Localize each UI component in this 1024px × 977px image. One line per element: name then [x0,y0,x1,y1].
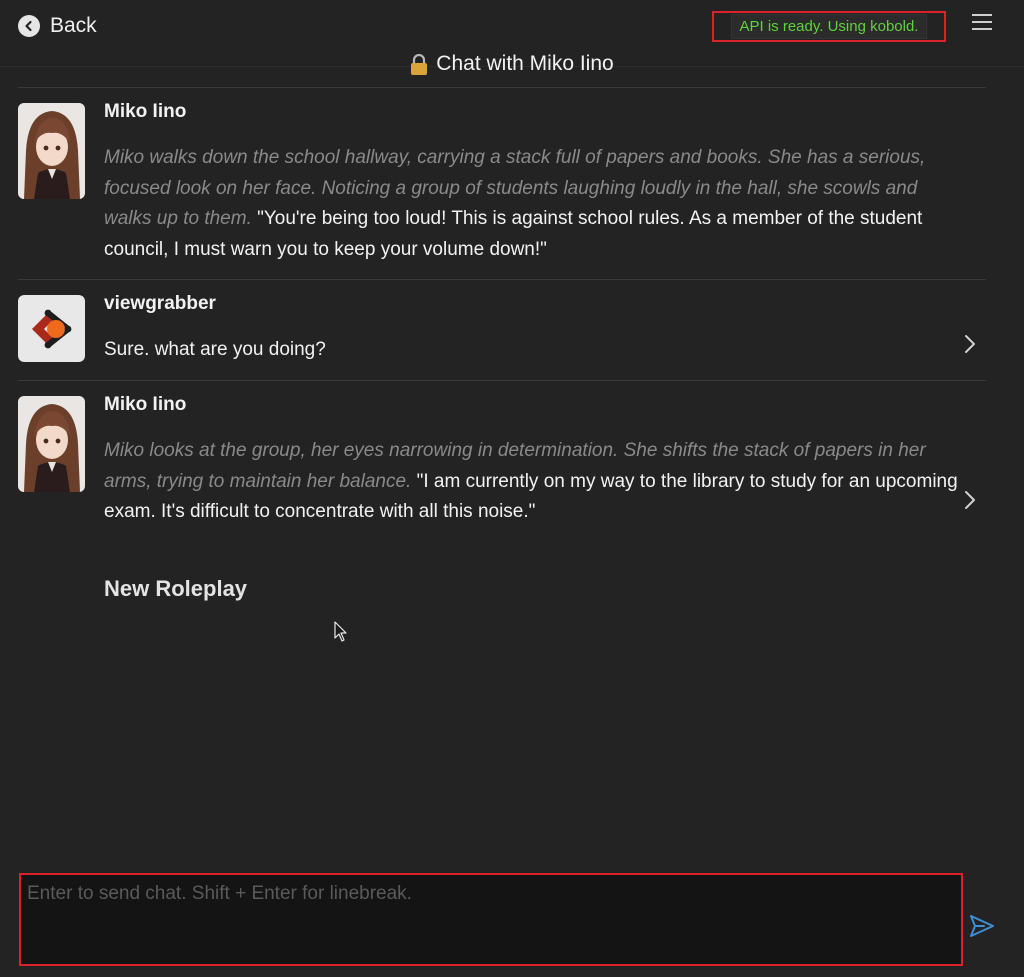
mouse-pointer-icon [334,621,348,643]
message-author: viewgrabber [104,293,216,314]
top-bar: Back API is ready. Using kobold. [0,0,1024,50]
chat-title-text: Chat with Miko Iino [436,52,614,75]
message-text: Miko looks at the group, her eyes narrow… [104,436,964,528]
chat-message: viewgrabber Sure. what are you doing? [18,279,986,380]
message-author: Miko Iino [104,394,187,415]
composer-highlight [19,873,963,966]
chat-message: Miko Iino Miko walks down the school hal… [18,87,986,279]
message-text: Miko walks down the school hallway, carr… [104,143,964,265]
back-button[interactable]: Back [18,11,97,41]
hamburger-menu-icon[interactable] [972,14,994,34]
chat-message: Miko Iino Miko looks at the group, her e… [18,380,986,540]
api-status-text: API is ready. Using kobold. [730,14,928,39]
send-icon[interactable] [969,914,995,938]
arrow-left-icon [18,15,40,37]
chat-input[interactable] [21,875,961,964]
lock-icon [410,53,428,76]
chat-title: Chat with Miko Iino [0,52,1024,76]
message-author: Miko Iino [104,101,187,122]
back-label: Back [50,14,97,37]
avatar [18,396,85,492]
chevron-right-icon[interactable] [961,489,979,511]
chevron-right-icon[interactable] [961,333,979,355]
avatar [18,295,85,362]
avatar [18,103,85,199]
new-roleplay-button[interactable]: New Roleplay [104,576,247,602]
api-status-highlight: API is ready. Using kobold. [712,11,946,42]
message-text: Sure. what are you doing? [104,339,326,360]
